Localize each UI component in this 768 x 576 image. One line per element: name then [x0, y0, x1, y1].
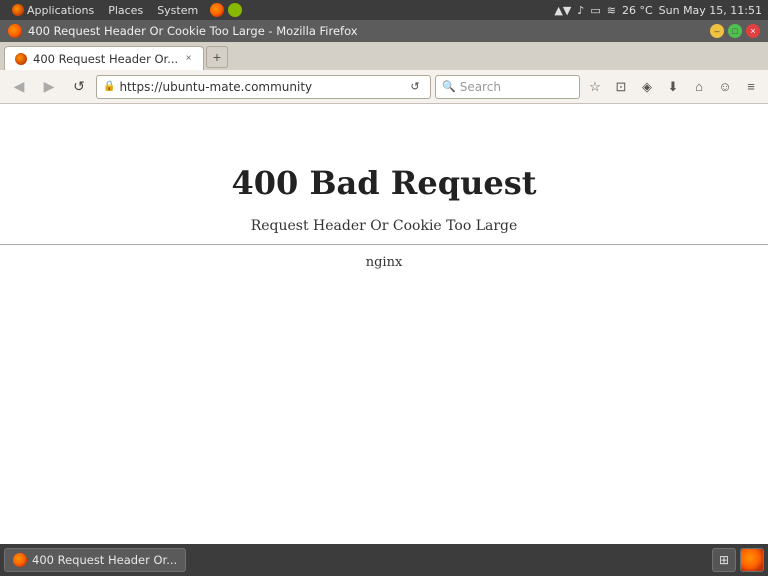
taskbar-item[interactable]: 400 Request Header Or...	[4, 548, 186, 572]
reload-url-button[interactable]: ↺	[406, 78, 424, 96]
pocket-icon[interactable]: ◈	[636, 76, 658, 98]
bookmark-icon[interactable]: ☆	[584, 76, 606, 98]
reader-icon[interactable]: ⊡	[610, 76, 632, 98]
smiley-icon[interactable]: ☺	[714, 76, 736, 98]
taskbar: 400 Request Header Or... ⊞	[0, 544, 768, 576]
places-menu[interactable]: Places	[102, 0, 149, 20]
window-controls[interactable]: – □ ×	[710, 24, 760, 38]
back-button[interactable]: ◀	[6, 74, 32, 100]
title-bar-title: 400 Request Header Or Cookie Too Large -…	[8, 24, 358, 38]
volume-icon: ♪	[577, 4, 584, 17]
taskbar-right-btn-1[interactable]: ⊞	[712, 548, 736, 572]
system-bar-left: Applications Places System	[6, 0, 242, 20]
signal-icon: ≋	[607, 4, 616, 17]
places-label: Places	[108, 4, 143, 17]
applications-label: Applications	[27, 4, 94, 17]
reload-button[interactable]: ↺	[66, 74, 92, 100]
active-tab[interactable]: 400 Request Header Or... ×	[4, 46, 204, 70]
maximize-button[interactable]: □	[728, 24, 742, 38]
url-text: https://ubuntu-mate.community	[119, 80, 402, 94]
lock-icon: 🔒	[103, 81, 115, 92]
battery-icon: ▭	[590, 4, 600, 17]
tab-firefox-icon	[15, 53, 27, 65]
menu-icon[interactable]: ≡	[740, 76, 762, 98]
applications-menu[interactable]: Applications	[6, 0, 100, 20]
close-button[interactable]: ×	[746, 24, 760, 38]
search-bar[interactable]: 🔍 Search	[435, 75, 580, 99]
system-bar: Applications Places System ▲▼ ♪ ▭ ≋ 26 °…	[0, 0, 768, 20]
tab-close-button[interactable]: ×	[184, 52, 193, 66]
firefox-small-icon	[12, 4, 24, 16]
taskbar-item-label: 400 Request Header Or...	[32, 553, 177, 567]
taskbar-firefox-icon	[13, 553, 27, 567]
taskbar-right: ⊞	[712, 548, 764, 572]
window-title-text: 400 Request Header Or Cookie Too Large -…	[28, 24, 358, 38]
error-heading: 400 Bad Request	[232, 164, 537, 202]
mate-icon	[228, 3, 242, 17]
forward-button[interactable]: ▶	[36, 74, 62, 100]
system-menu[interactable]: System	[151, 0, 204, 20]
minimize-button[interactable]: –	[710, 24, 724, 38]
search-placeholder: Search	[460, 80, 501, 94]
network-icon: ▲▼	[554, 4, 571, 17]
error-subheading: Request Header Or Cookie Too Large	[251, 218, 518, 234]
search-icon: 🔍	[442, 80, 456, 93]
system-bar-right: ▲▼ ♪ ▭ ≋ 26 °C Sun May 15, 11:51	[554, 4, 762, 17]
nav-bar: ◀ ▶ ↺ 🔒 https://ubuntu-mate.community ↺ …	[0, 70, 768, 104]
tab-bar: 400 Request Header Or... × +	[0, 42, 768, 70]
title-bar: 400 Request Header Or Cookie Too Large -…	[0, 20, 768, 42]
browser-content: 400 Bad Request Request Header Or Cookie…	[0, 104, 768, 544]
temperature-label: 26 °C	[622, 4, 653, 17]
firefox-icon	[210, 3, 224, 17]
download-icon[interactable]: ⬇	[662, 76, 684, 98]
error-divider	[0, 244, 768, 245]
url-bar[interactable]: 🔒 https://ubuntu-mate.community ↺	[96, 75, 431, 99]
taskbar-right-btn-2[interactable]	[740, 548, 764, 572]
window-firefox-icon	[8, 24, 22, 38]
home-nav-icon[interactable]: ⌂	[688, 76, 710, 98]
datetime-label: Sun May 15, 11:51	[659, 4, 762, 17]
error-server: nginx	[366, 255, 403, 270]
new-tab-button[interactable]: +	[206, 46, 228, 68]
tab-label: 400 Request Header Or...	[33, 52, 178, 66]
system-label: System	[157, 4, 198, 17]
